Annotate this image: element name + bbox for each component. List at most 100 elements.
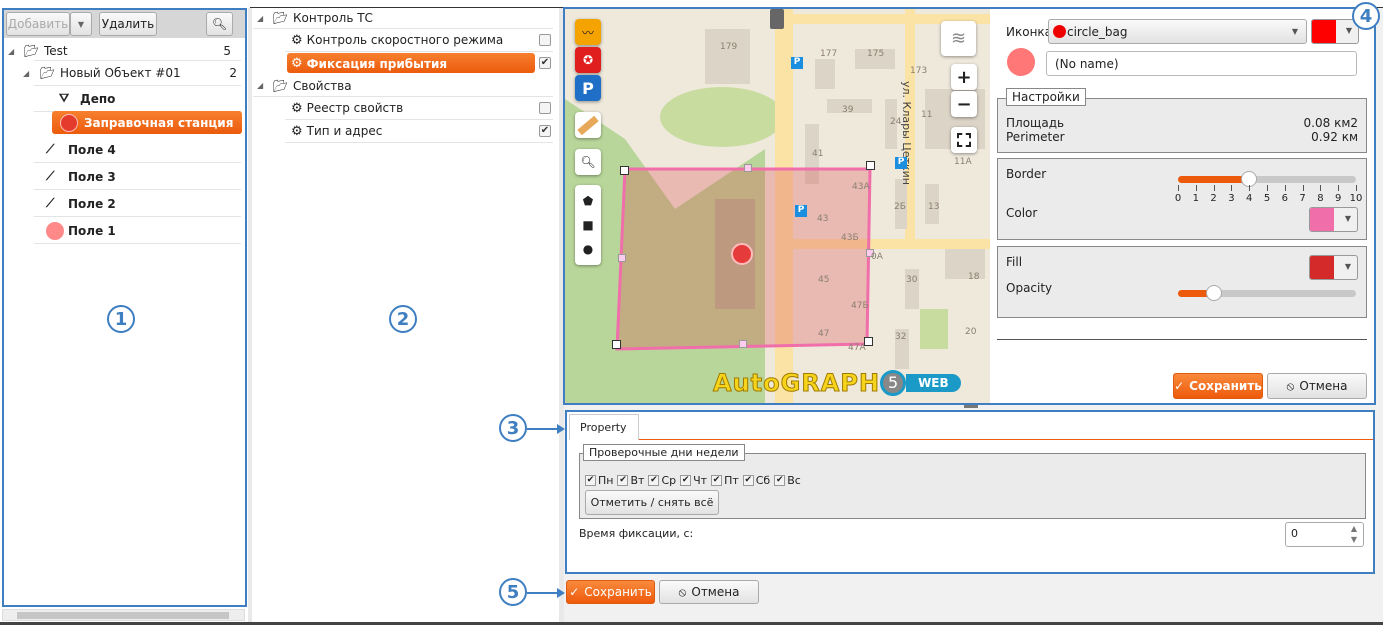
tab-property[interactable]: Property	[569, 414, 639, 440]
day-checkbox[interactable]: ✔ Пт	[711, 474, 739, 487]
cancel-label: Отмена	[691, 585, 740, 599]
tree-item-field-3[interactable]: ⟋ Поле 3	[34, 164, 241, 190]
tree-item-label: Контроль ТС	[293, 11, 373, 25]
splitter-left[interactable]	[248, 8, 252, 622]
tree-item-property-registry[interactable]: ⚙ Реестр свойств	[285, 97, 553, 120]
tree-item-arrival-fix[interactable]: ⚙ Фиксация прибытия ✔	[285, 52, 553, 75]
tree-item-label: Поле 3	[68, 169, 116, 184]
tree-item-label: Тип и адрес	[306, 124, 383, 138]
tree-folder-vehicle-control[interactable]: ◢ 📂︎ Контроль ТС	[253, 8, 553, 29]
cancel-button[interactable]: ⦸ Отмена	[659, 580, 759, 604]
days-checkboxes: ✔ Пн ✔ Вт ✔ Ср ✔ Чт ✔ Пт ✔ Сб ✔ Вс	[585, 474, 801, 487]
tree-item-label: Депо	[80, 91, 116, 106]
tree-item-label: Реестр свойств	[306, 101, 404, 115]
expand-icon[interactable]: ◢	[257, 81, 263, 90]
tree-item-depot[interactable]: ⛛ Депо	[34, 86, 241, 112]
rule-checkbox[interactable]	[539, 102, 551, 114]
delete-button[interactable]: Удалить	[99, 12, 157, 36]
days-legend: Проверочные дни недели	[583, 444, 745, 461]
depot-icon: ⛛	[59, 91, 70, 105]
add-button[interactable]: Добавить	[6, 12, 70, 36]
tab-underline	[639, 439, 1373, 440]
folder-icon: 📂︎	[24, 44, 40, 58]
map-panel-highlight	[563, 7, 1376, 405]
tree-item-type-address[interactable]: ⚙ Тип и адрес ✔	[285, 120, 553, 143]
day-checkbox[interactable]: ✔ Сб	[742, 474, 770, 487]
callout-5: 5	[499, 578, 527, 606]
save-button[interactable]: ✓ Сохранить	[566, 580, 655, 604]
cancel-icon: ⦸	[678, 584, 687, 599]
checkbox[interactable]: ✔	[680, 475, 692, 486]
tree-item-label: Поле 2	[68, 196, 116, 211]
folder-icon: 📂︎	[273, 78, 289, 93]
day-label: Вс	[787, 474, 801, 487]
gear-icon: ⚙	[291, 123, 303, 139]
tree-item-field-4[interactable]: ⟋ Поле 4	[34, 137, 241, 163]
day-label: Пн	[598, 474, 614, 487]
day-label: Ср	[661, 474, 677, 487]
rule-checkbox[interactable]: ✔	[539, 57, 551, 69]
fix-time-label: Время фиксации, с:	[579, 527, 694, 540]
folder-icon: 📂︎	[40, 66, 56, 80]
rule-checkbox[interactable]	[539, 34, 551, 46]
callout-3-arrow	[527, 424, 565, 434]
search-icon: 🔍︎	[211, 17, 228, 31]
checkbox[interactable]: ✔	[648, 475, 660, 486]
gear-icon: ⚙	[291, 56, 303, 71]
callout-1: 1	[107, 305, 135, 333]
save-label: Сохранить	[584, 585, 652, 599]
day-checkbox[interactable]: ✔ Чт	[680, 474, 707, 487]
day-checkbox[interactable]: ✔ Ср	[648, 474, 676, 487]
callout-3: 3	[499, 414, 527, 442]
tree-item-label: Заправочная станция	[84, 115, 234, 130]
folder-icon: 📂︎	[273, 11, 289, 25]
tree-folder-properties[interactable]: ◢ 📂︎ Свойства	[253, 75, 553, 97]
checkbox[interactable]: ✔	[617, 475, 629, 486]
checkbox[interactable]: ✔	[585, 475, 596, 486]
scrollbar-thumb[interactable]	[17, 612, 229, 619]
tree-item-gas-station[interactable]: Заправочная станция	[52, 111, 242, 134]
horizontal-scrollbar[interactable]	[2, 609, 245, 621]
splitter-horizontal[interactable]	[964, 405, 978, 408]
spinner-down-icon[interactable]: ▼	[1351, 535, 1357, 544]
checkbox[interactable]: ✔	[711, 475, 723, 486]
gear-icon: ⚙	[291, 32, 303, 48]
day-label: Пт	[724, 474, 739, 487]
checkbox[interactable]: ✔	[774, 475, 786, 486]
expand-icon[interactable]: ◢	[23, 69, 29, 78]
tree-item-field-1[interactable]: Поле 1	[34, 218, 241, 244]
day-checkbox[interactable]: ✔ Вт	[617, 474, 644, 487]
fix-time-value: 0	[1291, 527, 1298, 540]
tree-item-label: Свойства	[293, 78, 352, 93]
day-label: Чт	[693, 474, 708, 487]
tree-item-label: Test	[44, 44, 68, 58]
callout-5-arrow	[527, 588, 565, 598]
track-icon: ⟋	[46, 196, 55, 210]
item-count: 2	[229, 66, 237, 80]
property-panel: Property Проверочные дни недели ✔ Пн ✔ Вт ✔ С…	[565, 410, 1375, 574]
expand-icon[interactable]: ◢	[8, 47, 14, 56]
tree-item-label: Поле 1	[68, 223, 116, 238]
day-checkbox[interactable]: ✔ Вс	[774, 474, 801, 487]
rule-checkbox[interactable]: ✔	[539, 125, 551, 137]
item-count: 5	[223, 44, 231, 58]
tree-item-new-object[interactable]: ◢ 📂︎ Новый Объект #01 2	[23, 60, 241, 86]
spinner-up-icon[interactable]: ▲	[1351, 524, 1357, 533]
circle-bag-icon	[60, 113, 78, 132]
day-label: Вт	[630, 474, 645, 487]
add-dropdown-button[interactable]: ▼	[70, 12, 92, 36]
search-button[interactable]: 🔍︎	[206, 12, 233, 36]
tree-item-label: Поле 4	[68, 142, 116, 157]
fix-time-spinner[interactable]: 0 ▲ ▼	[1285, 522, 1364, 547]
track-icon: ⟋	[46, 169, 55, 183]
tree-item-label: Новый Объект #01	[60, 66, 181, 80]
checkbox[interactable]: ✔	[742, 475, 754, 486]
check-icon: ✓	[569, 585, 580, 599]
day-checkbox[interactable]: ✔ Пн	[585, 474, 613, 487]
expand-icon[interactable]: ◢	[257, 14, 263, 23]
callout-2: 2	[389, 305, 417, 333]
tree-item-field-2[interactable]: ⟋ Поле 2	[34, 191, 241, 217]
track-icon: ⟋	[46, 142, 55, 156]
toggle-all-button[interactable]: Отметить / снять всё	[585, 490, 719, 515]
tree-item-speed-control[interactable]: ⚙ Контроль скоростного режима	[285, 29, 553, 52]
